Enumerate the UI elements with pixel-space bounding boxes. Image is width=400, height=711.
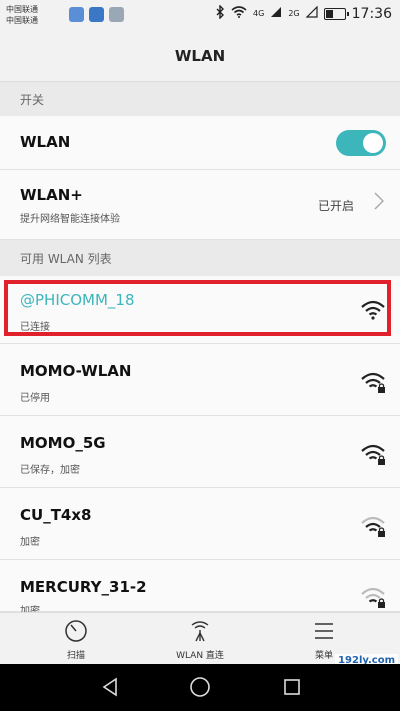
scan-label: 扫描: [66, 651, 85, 661]
notification-icons: [69, 7, 124, 22]
bluetooth-icon: [215, 4, 225, 23]
network-status: 加密: [20, 537, 40, 548]
back-icon[interactable]: [100, 677, 120, 697]
app-notification-icon: [89, 7, 104, 22]
carrier-line-1: 中国联通: [6, 5, 38, 14]
wifi-locked-icon: [361, 372, 385, 393]
signal-icon: [305, 5, 318, 22]
wlan-plus-row[interactable]: WLAN+ 提升网络智能连接体验 已开启: [0, 170, 400, 240]
app-notification-icon: [69, 7, 84, 22]
network-ssid: MOMO_5G: [20, 434, 106, 452]
system-navigation-bar: [0, 664, 400, 711]
recents-icon[interactable]: [282, 677, 302, 697]
wlan-direct-button[interactable]: WLAN 直连: [150, 613, 250, 665]
wlan-direct-label: WLAN 直连: [176, 651, 224, 661]
highlight-box: [4, 280, 391, 336]
wlan-direct-icon: [191, 621, 209, 642]
wlan-toggle-switch[interactable]: [336, 130, 386, 156]
wifi-locked-icon: [361, 444, 385, 465]
section-header-switch: 开关: [0, 82, 400, 116]
home-icon[interactable]: [189, 676, 211, 698]
menu-icon: [315, 623, 333, 639]
network-ssid: MERCURY_31-2: [20, 578, 147, 596]
network-ssid: CU_T4x8: [20, 506, 92, 524]
battery-icon: [323, 8, 349, 20]
image-notification-icon: [109, 7, 124, 22]
network-status: 已停用: [20, 393, 50, 404]
wifi-locked-icon: [361, 516, 385, 537]
wifi-locked-icon: [361, 587, 385, 608]
section-header-label: 开关: [20, 92, 45, 107]
network-row-mercury[interactable]: MERCURY_31-2 加密: [0, 560, 400, 617]
section-header-available: 可用 WLAN 列表: [0, 240, 400, 276]
network-4g-label: 4G: [253, 9, 265, 18]
network-row-momo-5g[interactable]: MOMO_5G 已保存，加密: [0, 416, 400, 488]
section-header-label: 可用 WLAN 列表: [20, 251, 112, 266]
wlan-plus-subtitle: 提升网络智能连接体验: [20, 214, 120, 225]
wifi-status-icon: [231, 6, 247, 22]
network-row-cu-t4x8[interactable]: CU_T4x8 加密: [0, 488, 400, 560]
network-row-momo-wlan[interactable]: MOMO-WLAN 已停用: [0, 344, 400, 416]
system-status: 4G 2G 17:36: [215, 4, 392, 23]
chevron-right-icon: [374, 191, 385, 215]
status-bar: 中国联通 中国联通 4G 2G 17:36: [0, 0, 400, 30]
wlan-toggle-label: WLAN: [20, 133, 71, 151]
wlan-plus-status: 已开启: [317, 199, 354, 213]
wlan-toggle-row[interactable]: WLAN: [0, 116, 400, 170]
signal-icon: [270, 6, 282, 22]
wlan-plus-label: WLAN+: [20, 186, 83, 204]
network-status: 已保存，加密: [20, 465, 80, 476]
app-bar: WLAN: [0, 30, 400, 82]
network-ssid: MOMO-WLAN: [20, 362, 132, 380]
scan-icon: [65, 620, 87, 642]
clock: 17:36: [351, 6, 392, 22]
toggle-knob: [363, 133, 383, 153]
page-title: WLAN: [174, 46, 226, 65]
carrier-line-2: 中国联通: [6, 16, 38, 25]
network-2g-label: 2G: [288, 9, 300, 18]
scan-button[interactable]: 扫描: [26, 613, 126, 665]
carrier-info: 中国联通 中国联通: [6, 4, 38, 26]
